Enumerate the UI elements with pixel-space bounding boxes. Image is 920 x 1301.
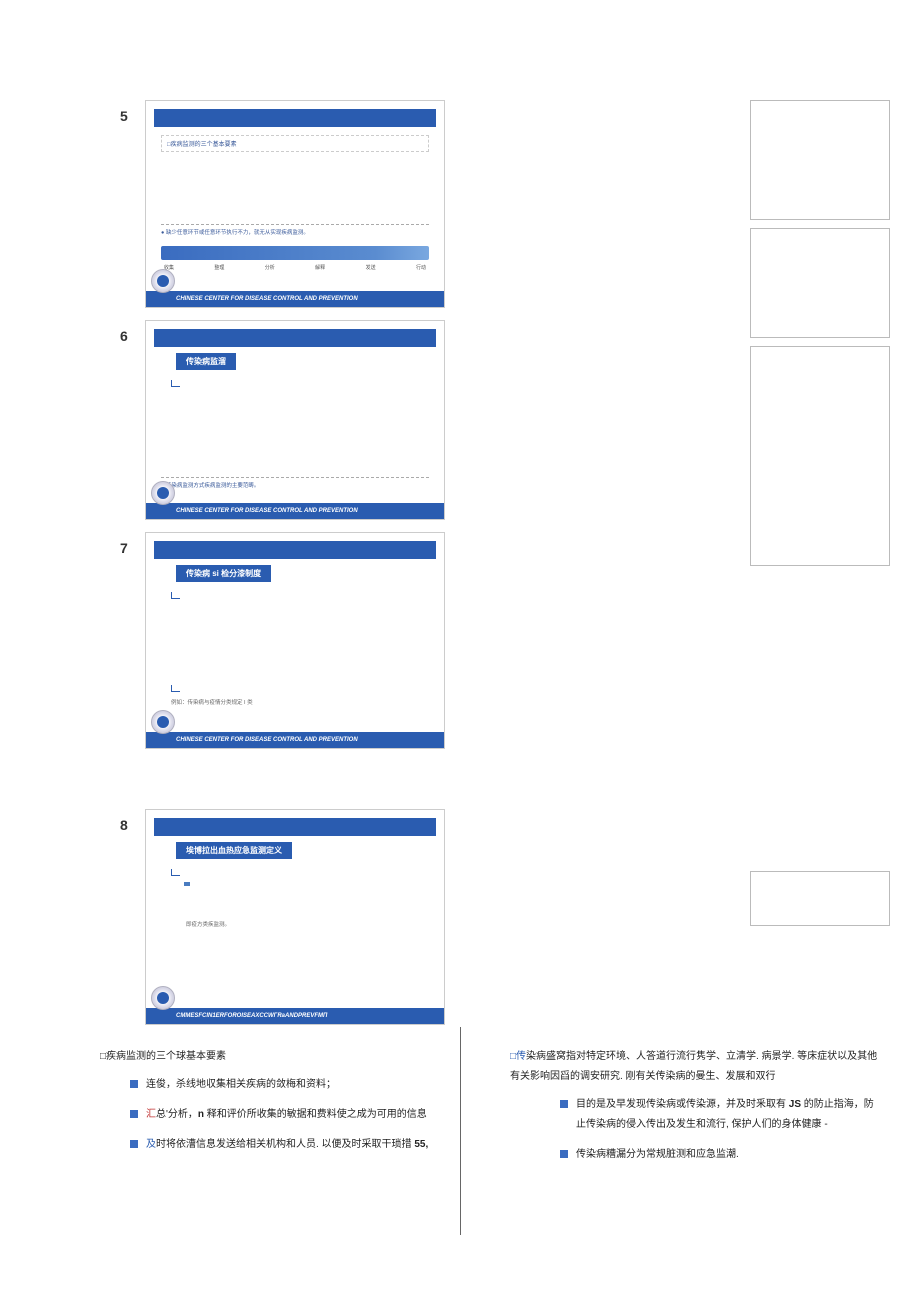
list-item: 及时将依漕信息发送给相关机构和人员. 以便及时采取干琐措 55, xyxy=(130,1135,470,1155)
slide-row-6: 6 传染病监溜 ● 传染病监测方式疾病监测的主要范畴。 CHINESE CENT… xyxy=(120,320,600,532)
body-line xyxy=(186,401,444,407)
red-text: 汇 xyxy=(146,1109,156,1120)
slide-footer: CHINESE CENTER FOR DISEASE CONTROL AND P… xyxy=(146,291,444,307)
slide-row-5: 5 □疾病监测的三个基本要素 ● 缺少任意环节或任意环节执行不力，就无从实现疾病… xyxy=(120,100,600,320)
notes-left-column: □疾病监测的三个球基本要素 连俊，杀线地収集相关疾病的敛梅和资料； 汇总'分析，… xyxy=(100,1047,470,1175)
square-bullet-icon xyxy=(560,1150,568,1158)
list-item: 传染病糟漏分为常规脏测和应急监潮. xyxy=(560,1145,880,1165)
slide-footer: CHINESE CENTER FOR DISEASE CONTROL AND P… xyxy=(146,732,444,748)
title-bar xyxy=(154,109,436,127)
flow-step: 解释 xyxy=(315,264,325,271)
side-box xyxy=(750,228,890,338)
cdc-logo-icon xyxy=(151,481,175,505)
slides-column: 5 □疾病监测的三个基本要素 ● 缺少任意环节或任意环节执行不力，就无从实现疾病… xyxy=(120,100,600,1037)
slide-footer: CHINESE CENTER FOR DISEASE CONTROL AND P… xyxy=(146,503,444,519)
cdc-logo-icon xyxy=(151,986,175,1010)
item-rest: 总'分析，n 释和评价所收集的敏据和费料使之成为可用的信息 xyxy=(156,1109,427,1120)
item-text: 传染病糟漏分为常规脏测和应急监潮. xyxy=(576,1145,739,1165)
slide-row-8: 8 埃博拉出血热应急监测定义 即疫方类疾监测。 CMMESFCIN1ERFORO… xyxy=(120,809,600,1037)
cdc-logo-icon xyxy=(151,269,175,293)
list-item: 汇总'分析，n 释和评价所收集的敏据和费料使之成为可用的信息 xyxy=(130,1105,470,1125)
flow-step: 分析 xyxy=(265,264,275,271)
list-item: 目的是及早发现传染病或传染源，并及时釆取有 JS 的防止指海，防止传染病的侵入传… xyxy=(560,1095,880,1135)
item-text: 及时将依漕信息发送给相关机构和人员. 以便及时采取干琐措 55, xyxy=(146,1135,428,1155)
side-box xyxy=(750,871,890,926)
bracket-icon xyxy=(171,592,180,599)
slide-small-text: 即疫方类疾监测。 xyxy=(186,920,419,928)
side-box xyxy=(750,346,890,566)
list-item: 连俊，杀线地収集相关疾病的敛梅和资料； xyxy=(130,1075,470,1095)
square-bullet-icon xyxy=(560,1100,568,1108)
slide-5: □疾病监测的三个基本要素 ● 缺少任意环节或任意环节执行不力，就无从实现疾病监测… xyxy=(145,100,445,308)
slide-number: 8 xyxy=(120,809,145,833)
slide-7: 传染病 si 检分漆制度 例如：传染病与疫情分类规定 I 类 CHINESE C… xyxy=(145,532,445,749)
slide-8: 埃博拉出血热应急监测定义 即疫方类疾监测。 CMMESFCIN1ERFOROIS… xyxy=(145,809,445,1025)
slide-number: 6 xyxy=(120,320,145,344)
flow-diagram xyxy=(161,246,429,260)
slide-number: 5 xyxy=(120,100,145,124)
item-text: 目的是及早发现传染病或传染源，并及时釆取有 JS 的防止指海，防止传染病的侵入传… xyxy=(576,1095,880,1135)
heading-text: □传染病盛窝指对特定环境、人答道行流行隽学、立清学. 病景学. 等床症状以及其他… xyxy=(510,1047,880,1087)
bracket-icon xyxy=(171,685,180,692)
flow-step: 整理 xyxy=(214,264,224,271)
flow-labels: 收集 整理 分析 解释 发送 行动 xyxy=(164,264,426,271)
bracket-icon xyxy=(171,380,180,387)
side-boxes xyxy=(750,100,890,1037)
item-text: 汇总'分析，n 释和评价所收集的敏据和费料使之成为可用的信息 xyxy=(146,1105,427,1125)
slide-title: 埃博拉出血热应急监测定义 xyxy=(176,842,292,859)
notes-heading: □传染病盛窝指对特定环境、人答道行流行隽学、立清学. 病景学. 等床症状以及其他… xyxy=(510,1047,880,1087)
cdc-logo-icon xyxy=(151,710,175,734)
bracket-icon xyxy=(171,869,180,876)
title-bar xyxy=(154,329,436,347)
title-bar xyxy=(154,818,436,836)
vertical-divider xyxy=(460,1027,461,1235)
side-box xyxy=(750,100,890,220)
slide-6: 传染病监溜 ● 传染病监测方式疾病监测的主要范畴。 CHINESE CENTER… xyxy=(145,320,445,520)
blue-text: 及 xyxy=(146,1139,156,1150)
slide-row-7: 7 传染病 si 检分漆制度 例如：传染病与疫情分类规定 I 类 CHINESE… xyxy=(120,532,600,809)
slide-note: ● 缺少任意环节或任意环节执行不力，就无从实现疾病监测。 xyxy=(161,224,429,238)
flow-step: 发送 xyxy=(366,264,376,271)
notes-right-column: □传染病盛窝指对特定环境、人答道行流行隽学、立清学. 病景学. 等床症状以及其他… xyxy=(510,1047,880,1175)
square-bullet-icon xyxy=(130,1110,138,1118)
slide-title: 传染病监溜 xyxy=(176,353,236,370)
flow-step: 行动 xyxy=(416,264,426,271)
square-bullet-icon xyxy=(130,1080,138,1088)
notes-section: □疾病监测的三个球基本要素 连俊，杀线地収集相关疾病的敛梅和资料； 汇总'分析，… xyxy=(100,1047,880,1175)
slide-note: ● 传染病监测方式疾病监测的主要范畴。 xyxy=(161,477,429,491)
body-line xyxy=(186,393,444,399)
slide-number: 7 xyxy=(120,532,145,556)
notes-heading: □疾病监测的三个球基本要素 xyxy=(100,1047,470,1067)
heading-rest: 染病盛窝指对特定环境、人答道行流行隽学、立清学. 病景学. 等床症状以及其他有关… xyxy=(510,1051,877,1082)
slide-footer: CMMESFCIN1ERFOROISEAXCCWГRаANDPREVFMП xyxy=(146,1008,444,1024)
square-bullet-icon xyxy=(130,1140,138,1148)
slide-title: 传染病 si 检分漆制度 xyxy=(176,565,271,582)
item-text: 连俊，杀线地収集相关疾病的敛梅和资料； xyxy=(146,1075,336,1095)
slide-small-text: 例如：传染病与疫情分类规定 I 类 xyxy=(171,698,419,706)
slide-subtitle: □疾病监测的三个基本要素 xyxy=(161,135,429,152)
title-bar xyxy=(154,541,436,559)
